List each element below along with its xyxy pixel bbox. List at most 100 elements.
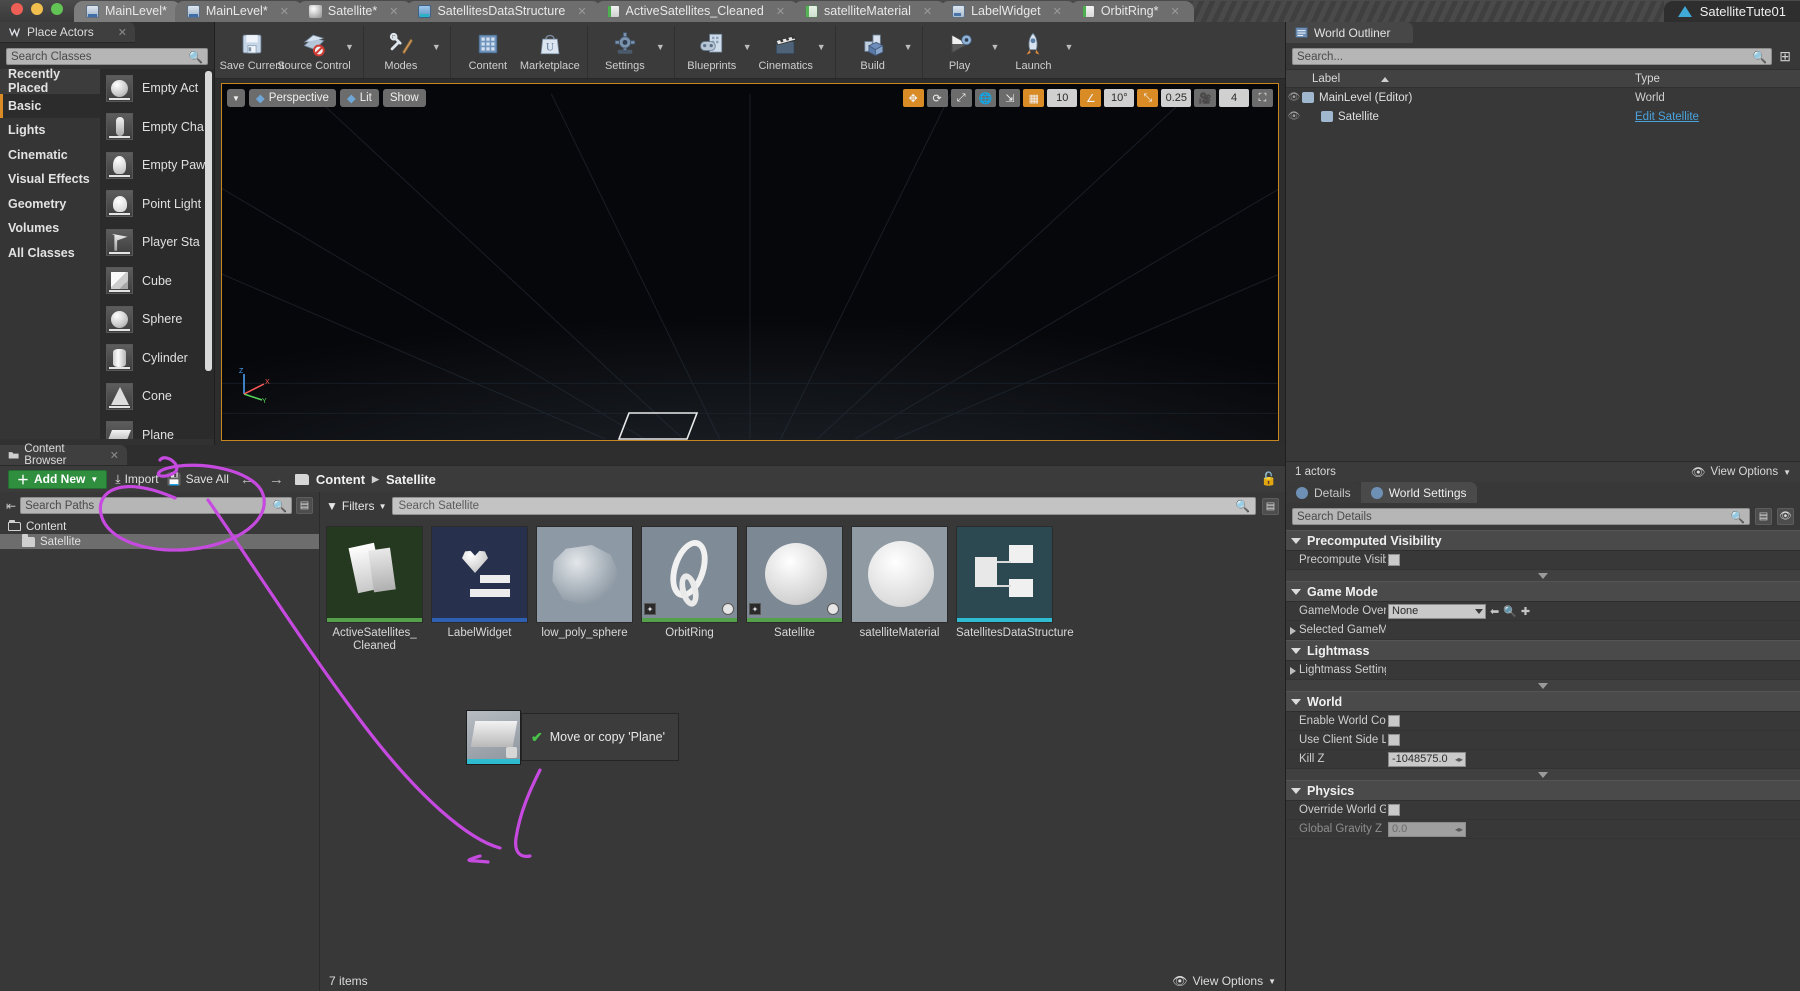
outliner-column-label[interactable]: Label: [1286, 73, 1635, 85]
search-icon[interactable]: 🔍: [188, 50, 203, 64]
place-actor-item-cone[interactable]: Cone: [100, 377, 214, 416]
add-column-icon[interactable]: ⊞: [1776, 48, 1794, 65]
viewport-button-show[interactable]: Show: [382, 89, 426, 107]
asset-item-orbitring[interactable]: ✦ OrbitRing: [641, 526, 738, 653]
breadcrumb-item-satellite[interactable]: Satellite: [386, 472, 436, 487]
editor-tab-5[interactable]: satelliteMaterial ✕: [793, 1, 947, 22]
asset-item-satellite[interactable]: ✦ Satellite: [746, 526, 843, 653]
content-view-options-button[interactable]: 👁 View Options ▼: [1172, 974, 1276, 988]
toolbar-button-source-control[interactable]: Source Control: [277, 26, 351, 72]
search-icon[interactable]: 🔍: [1235, 499, 1250, 513]
close-icon[interactable]: ✕: [776, 5, 785, 18]
viewport-surface-snap[interactable]: ⇲: [999, 89, 1021, 107]
outliner-row[interactable]: 👁 Satellite Edit Satellite: [1286, 107, 1800, 126]
toolbar-button-build[interactable]: Build: [842, 26, 904, 72]
filters-button[interactable]: ▼ Filters ▼: [326, 499, 386, 513]
property-checkbox[interactable]: [1388, 734, 1400, 746]
toolbar-button-cinematics[interactable]: Cinematics: [755, 26, 817, 72]
close-window-button[interactable]: [11, 3, 23, 15]
search-icon[interactable]: 🔍: [272, 499, 287, 513]
editor-tab-strip[interactable]: MainLevel* MainLevel* ✕ Satellite* ✕ Satellit…: [74, 0, 1194, 22]
toolbar-button-save-current[interactable]: Save Current: [220, 26, 284, 72]
place-actors-category-list[interactable]: Recently Placed Basic Lights Cinematic Visua…: [0, 67, 100, 439]
maximize-window-button[interactable]: [51, 3, 63, 15]
breadcrumb-item-content[interactable]: Content: [316, 472, 365, 487]
paths-search-input[interactable]: Search Paths 🔍: [20, 497, 292, 514]
chevron-down-icon[interactable]: ▼: [904, 26, 916, 52]
place-actor-item-empty-cha[interactable]: Empty Cha: [100, 108, 214, 147]
asset-thumbnail[interactable]: [536, 526, 633, 623]
place-actors-category-cinematic[interactable]: Cinematic: [0, 143, 100, 168]
outliner-row-label-cell[interactable]: MainLevel (Editor): [1302, 92, 1635, 104]
asset-thumbnail[interactable]: ✦: [746, 526, 843, 623]
editor-tab-3[interactable]: SatellitesDataStructure ✕: [406, 1, 601, 22]
reset-left-icon[interactable]: ⬅: [1490, 605, 1499, 618]
path-tree-item-satellite[interactable]: Satellite: [0, 533, 319, 549]
outliner-column-type[interactable]: Type: [1635, 73, 1800, 85]
asset-search-input[interactable]: Search Satellite 🔍: [392, 497, 1256, 515]
place-actors-category-basic[interactable]: Basic: [0, 93, 100, 118]
details-grid-view-button[interactable]: ▤: [1755, 508, 1772, 525]
viewport-button-lit[interactable]: ◆ Lit: [339, 89, 379, 107]
property-checkbox[interactable]: [1388, 554, 1400, 566]
details-property-row[interactable]: GameMode Override None ⬅ 🔍 ✚: [1286, 602, 1800, 621]
place-actor-item-player-sta[interactable]: Player Sta: [100, 223, 214, 262]
outliner-row-label-cell[interactable]: Satellite: [1302, 111, 1635, 123]
search-classes-input[interactable]: Search Classes 🔍: [6, 48, 208, 65]
toolbar-button-blueprints[interactable]: Blueprints: [681, 26, 743, 72]
viewport-scale-snap-toggle[interactable]: ⤡: [1137, 89, 1159, 107]
details-property-row[interactable]: Lightmass Settings: [1286, 661, 1800, 680]
chevron-down-icon[interactable]: ▼: [432, 26, 444, 52]
editor-tab-7[interactable]: OrbitRing* ✕: [1069, 1, 1194, 22]
details-property-row[interactable]: Use Client Side Level: [1286, 731, 1800, 750]
asset-item-activesatellites_cleaned[interactable]: ActiveSatellites_ Cleaned: [326, 526, 423, 653]
details-property-row[interactable]: Enable World Composition: [1286, 712, 1800, 731]
details-section-world[interactable]: World: [1286, 691, 1800, 712]
close-icon[interactable]: ✕: [280, 5, 289, 18]
viewport-grid-snap-value[interactable]: 10: [1047, 89, 1078, 107]
close-icon[interactable]: ✕: [923, 5, 932, 18]
chevron-down-icon[interactable]: ▼: [743, 26, 755, 52]
toolbar-button-content[interactable]: Content: [457, 26, 519, 72]
outliner-row-type[interactable]: Edit Satellite: [1635, 111, 1800, 123]
viewport-rotation-snap-toggle[interactable]: ∠: [1080, 89, 1102, 107]
property-combo[interactable]: None: [1388, 603, 1486, 619]
collapse-sources-icon[interactable]: ⇤: [6, 499, 16, 513]
eye-icon[interactable]: 👁: [1286, 111, 1302, 122]
viewport-camera-speed-value[interactable]: 4: [1219, 89, 1249, 107]
viewport-transform-rotate[interactable]: ⟳: [926, 89, 948, 107]
eye-icon[interactable]: 👁: [1286, 92, 1302, 103]
content-browser-tab[interactable]: Content Browser ✕: [0, 443, 127, 467]
section-expander[interactable]: [1286, 769, 1800, 780]
asset-item-satellitesdatastructure[interactable]: SatellitesDataStructure: [956, 526, 1074, 653]
details-property-list[interactable]: Precomputed Visibility Precompute Visibil…: [1286, 530, 1800, 839]
chevron-down-icon[interactable]: ▼: [1064, 26, 1076, 52]
place-actor-item-point-light[interactable]: Point Light: [100, 185, 214, 224]
close-icon[interactable]: ✕: [389, 5, 398, 18]
add-icon[interactable]: ✚: [1521, 605, 1530, 618]
save-all-button[interactable]: 💾 Save All: [167, 472, 229, 486]
property-number-field[interactable]: -1048575.0 ◂▸: [1388, 751, 1466, 767]
viewport-button-perspective[interactable]: ◆ Perspective: [248, 89, 336, 107]
path-tree-item-content[interactable]: Content: [0, 519, 319, 534]
asset-thumbnail[interactable]: [956, 526, 1053, 623]
place-actor-item-empty-paw[interactable]: Empty Paw: [100, 146, 214, 185]
editor-tab-1[interactable]: MainLevel* ✕: [174, 1, 303, 22]
viewport-rotation-snap-value[interactable]: 10°: [1104, 89, 1135, 107]
section-expander[interactable]: [1286, 680, 1800, 691]
asset-item-satellitematerial[interactable]: satelliteMaterial: [851, 526, 948, 653]
editor-tab-2[interactable]: Satellite* ✕: [296, 1, 413, 22]
details-tab-details[interactable]: Details: [1286, 482, 1361, 503]
details-visibility-button[interactable]: 👁: [1777, 508, 1794, 525]
details-section-game-mode[interactable]: Game Mode: [1286, 581, 1800, 602]
chevron-down-icon[interactable]: ▼: [656, 26, 668, 52]
close-icon[interactable]: ✕: [1170, 5, 1179, 18]
close-icon[interactable]: ✕: [577, 5, 586, 18]
editor-tab-6[interactable]: LabelWidget ✕: [940, 1, 1076, 22]
close-icon[interactable]: ✕: [110, 449, 119, 462]
asset-thumbnail[interactable]: [326, 526, 423, 623]
viewport-transform-move[interactable]: ✥: [902, 89, 924, 107]
asset-item-low_poly_sphere[interactable]: low_poly_sphere: [536, 526, 633, 653]
asset-thumbnail[interactable]: [431, 526, 528, 623]
spinner-icon[interactable]: ◂▸: [1455, 755, 1463, 764]
